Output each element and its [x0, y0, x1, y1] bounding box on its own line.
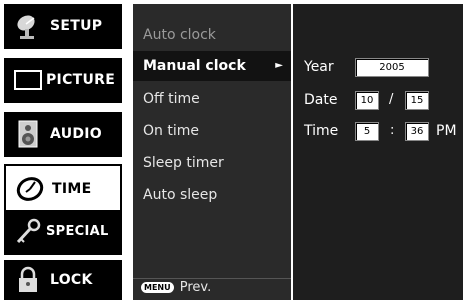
prev-hint: MENU Prev. [141, 278, 211, 298]
prev-label: Prev. [179, 280, 212, 295]
hour-field[interactable]: 5 [355, 122, 379, 141]
menu-item-label: SETUP [50, 18, 103, 34]
submenu-arrow-icon: ► [275, 60, 283, 71]
date-label: Date [304, 92, 338, 108]
submenu-item-auto-clock[interactable]: Auto clock [133, 20, 291, 50]
menu-item-label: TIME [52, 181, 92, 197]
category-menu: SETUP PICTURE AUDIO TIME SPECIAL LOCK [4, 4, 122, 300]
date-separator: / [389, 92, 394, 107]
monitor-icon [14, 66, 42, 94]
submenu-item-label: Auto clock [143, 27, 216, 43]
time-label: Time [304, 123, 339, 139]
speaker-icon [14, 120, 42, 148]
date-row: Date 10 / 15 [293, 91, 463, 113]
submenu-item-off-time[interactable]: Off time [133, 84, 291, 114]
clock-icon [16, 175, 44, 203]
menu-item-label: PICTURE [46, 72, 116, 88]
time-row: Time 5 : 36 PM [293, 122, 463, 144]
submenu-item-label: Manual clock [143, 58, 246, 74]
menu-item-picture[interactable]: PICTURE [4, 58, 122, 103]
time-submenu: Auto clock Manual clock ► Off time On ti… [133, 4, 291, 300]
submenu-item-manual-clock[interactable]: Manual clock ► [133, 51, 291, 81]
submenu-item-sleep-timer[interactable]: Sleep timer [133, 148, 291, 178]
month-field[interactable]: 10 [355, 91, 379, 110]
manual-clock-panel: Year 2005 Date 10 / 15 Time 5 : 36 PM [293, 4, 463, 300]
menu-item-label: AUDIO [50, 126, 103, 142]
menu-item-lock[interactable]: LOCK [4, 260, 122, 300]
menu-item-label: SPECIAL [46, 224, 109, 239]
minute-field[interactable]: 36 [405, 122, 429, 141]
submenu-item-auto-sleep[interactable]: Auto sleep [133, 180, 291, 210]
submenu-item-label: Sleep timer [143, 155, 224, 171]
day-field[interactable]: 15 [405, 91, 429, 110]
menu-item-special[interactable]: SPECIAL [4, 210, 122, 255]
submenu-item-label: On time [143, 123, 199, 139]
submenu-divider [133, 278, 291, 279]
submenu-item-on-time[interactable]: On time [133, 116, 291, 146]
satellite-dish-icon [14, 12, 42, 40]
menu-key-icon: MENU [141, 282, 174, 293]
key-icon [14, 218, 42, 246]
menu-item-audio[interactable]: AUDIO [4, 112, 122, 157]
time-separator: : [390, 123, 395, 138]
menu-item-time[interactable]: TIME [4, 164, 122, 214]
tv-menu-screen: SETUP PICTURE AUDIO TIME SPECIAL LOCK Au… [0, 0, 463, 300]
year-field[interactable]: 2005 [355, 58, 429, 77]
menu-item-label: LOCK [50, 272, 93, 288]
submenu-item-label: Auto sleep [143, 187, 218, 203]
ampm-indicator[interactable]: PM [436, 123, 457, 139]
submenu-item-label: Off time [143, 91, 200, 107]
menu-item-setup[interactable]: SETUP [4, 4, 122, 49]
year-label: Year [304, 59, 334, 75]
padlock-icon [14, 266, 42, 294]
year-row: Year 2005 [293, 58, 463, 80]
